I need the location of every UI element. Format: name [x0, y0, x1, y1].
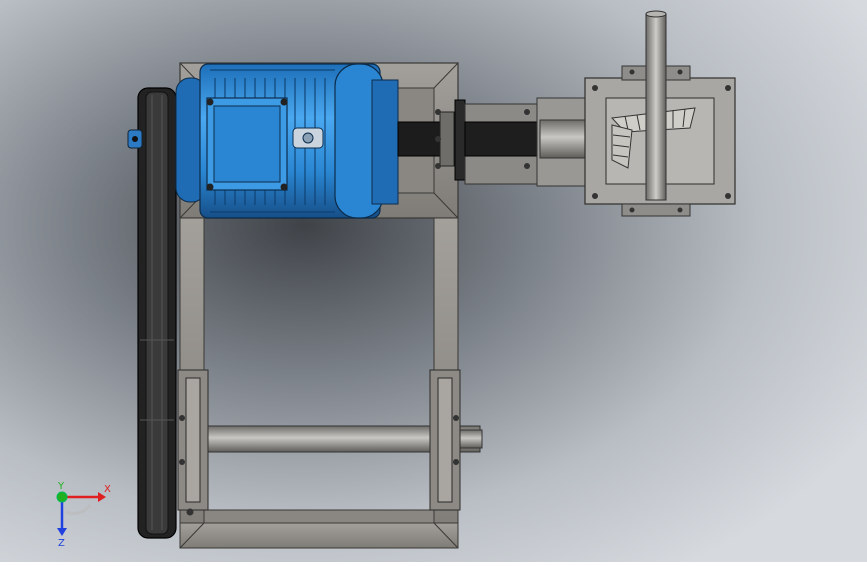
assembly-drawing: X Y Z [0, 0, 867, 562]
x-axis-label: X [104, 484, 111, 495]
output-shaft-vertical[interactable] [645, 10, 667, 201]
z-axis-label: Z [58, 538, 65, 549]
pulley-hub [127, 129, 143, 149]
cad-viewport[interactable]: X Y Z [0, 0, 867, 562]
electric-motor[interactable] [175, 63, 399, 219]
bearing-left[interactable] [177, 369, 209, 516]
y-axis-label: Y [57, 481, 65, 492]
bearing-right[interactable] [429, 369, 461, 511]
v-belt-pulley[interactable] [137, 87, 177, 539]
y-axis-dot [56, 491, 68, 503]
